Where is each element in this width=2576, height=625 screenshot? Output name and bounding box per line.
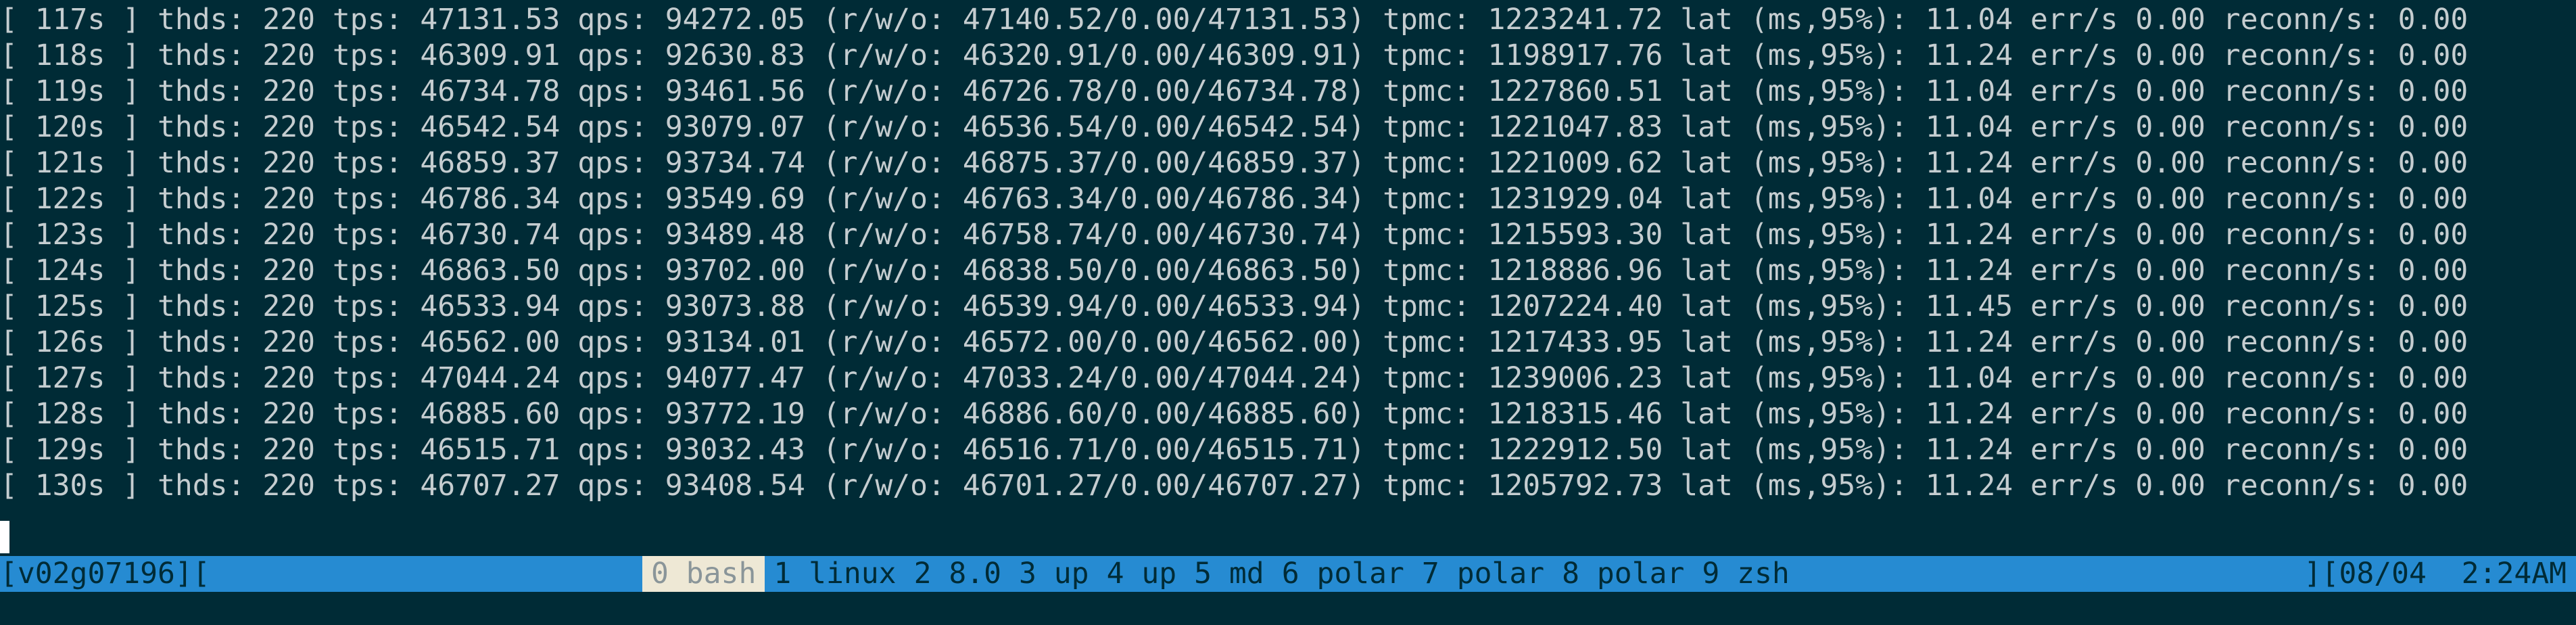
terminal-line: [ 117s ] thds: 220 tps: 47131.53 qps: 94… xyxy=(0,3,2468,37)
window-tab-8[interactable]: 8 polar xyxy=(1553,556,1693,592)
terminal-line: [ 130s ] thds: 220 tps: 46707.27 qps: 93… xyxy=(0,469,2468,503)
terminal-line: [ 126s ] thds: 220 tps: 46562.00 qps: 93… xyxy=(0,325,2468,359)
window-tab-3[interactable]: 3 up xyxy=(1010,556,1098,592)
terminal-line: [ 128s ] thds: 220 tps: 46885.60 qps: 93… xyxy=(0,397,2468,431)
window-tab-4[interactable]: 4 up xyxy=(1098,556,1186,592)
terminal-line: [ 124s ] thds: 220 tps: 46863.50 qps: 93… xyxy=(0,254,2468,287)
tmux-status-bar: [v02g07196][ 0 bash 1 linux 2 8.0 3 up 4 up 5… xyxy=(0,556,2576,592)
terminal-line: [ 121s ] thds: 220 tps: 46859.37 qps: 93… xyxy=(0,146,2468,180)
window-tab-7[interactable]: 7 polar xyxy=(1413,556,1553,592)
window-list: 0 bash 1 linux 2 8.0 3 up 4 up 5 md 6 polar 7 p… xyxy=(642,556,1798,592)
window-tab-9[interactable]: 9 zsh xyxy=(1693,556,1798,592)
terminal-line: [ 125s ] thds: 220 tps: 46533.94 qps: 93… xyxy=(0,290,2468,323)
window-tab-6[interactable]: 6 polar xyxy=(1273,556,1413,592)
session-name: [v02g07196][ xyxy=(0,557,210,591)
terminal-line: [ 122s ] thds: 220 tps: 46786.34 qps: 93… xyxy=(0,182,2468,216)
terminal-line: [ 127s ] thds: 220 tps: 47044.24 qps: 94… xyxy=(0,361,2468,395)
window-tab-1[interactable]: 1 linux xyxy=(765,556,905,592)
terminal-line: [ 123s ] thds: 220 tps: 46730.74 qps: 93… xyxy=(0,218,2468,252)
terminal-line: [ 129s ] thds: 220 tps: 46515.71 qps: 93… xyxy=(0,433,2468,467)
terminal-line: [ 120s ] thds: 220 tps: 46542.54 qps: 93… xyxy=(0,110,2468,144)
window-tab-5[interactable]: 5 md xyxy=(1185,556,1273,592)
terminal-window[interactable]: [ 117s ] thds: 220 tps: 47131.53 qps: 94… xyxy=(0,0,2576,625)
window-tab-0[interactable]: 0 bash xyxy=(642,556,765,592)
terminal-line: [ 118s ] thds: 220 tps: 46309.91 qps: 92… xyxy=(0,39,2468,72)
date-time: ][08/04 2:24AM xyxy=(2304,557,2567,591)
terminal-cursor xyxy=(0,521,9,553)
terminal-line: [ 119s ] thds: 220 tps: 46734.78 qps: 93… xyxy=(0,74,2468,108)
window-tab-2[interactable]: 2 8.0 xyxy=(905,556,1010,592)
